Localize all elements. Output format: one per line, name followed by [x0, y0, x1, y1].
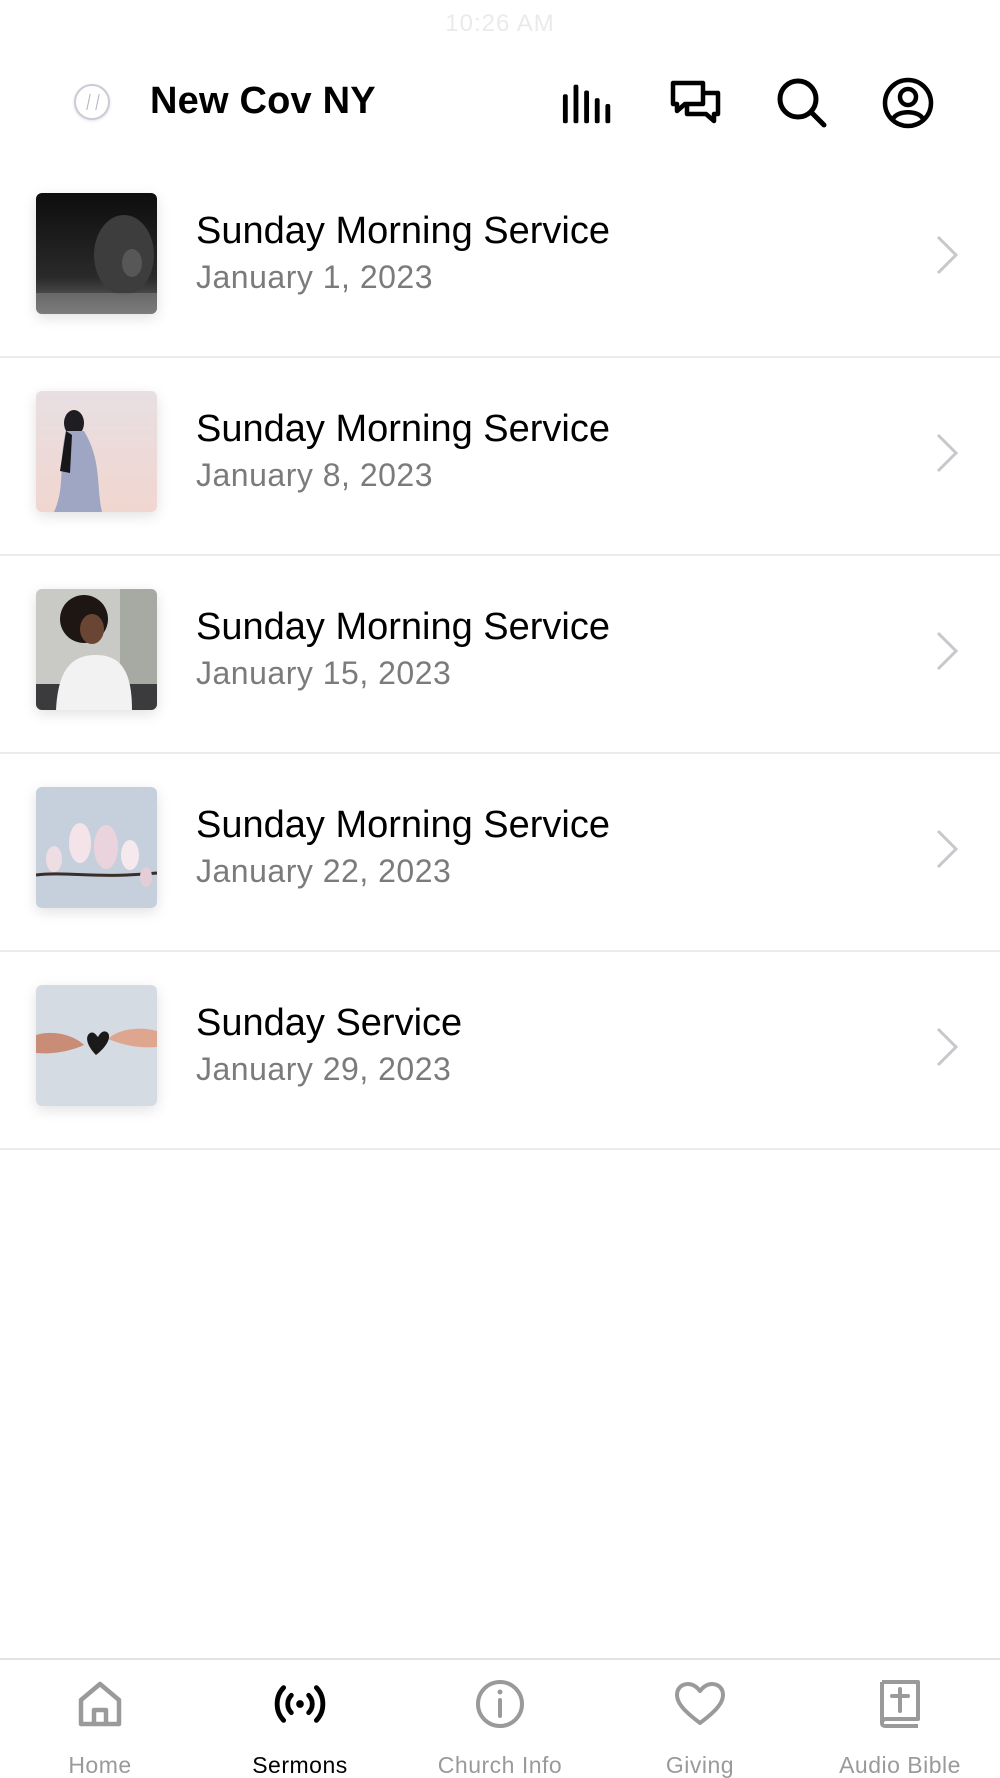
search-icon[interactable]: [774, 75, 830, 131]
tab-church-info[interactable]: Church Info: [400, 1660, 600, 1778]
sermon-date: January 1, 2023: [196, 259, 433, 295]
audio-bars-icon[interactable]: [561, 75, 617, 131]
tab-home[interactable]: Home: [0, 1660, 200, 1778]
broadcast-icon: [274, 1678, 326, 1730]
app-header: New Cov NY: [0, 60, 1000, 144]
sermon-row[interactable]: Sunday Service January 29, 2023: [0, 952, 1000, 1150]
app-title: New Cov NY: [150, 80, 376, 122]
sermon-date: January 29, 2023: [196, 1051, 452, 1087]
sermon-date: January 15, 2023: [196, 655, 452, 691]
tab-label: Home: [68, 1752, 132, 1778]
sermon-row[interactable]: Sunday Morning Service January 22, 2023: [0, 754, 1000, 952]
status-time: 10:26 AM: [445, 10, 555, 37]
chat-bubbles-icon[interactable]: [668, 75, 724, 131]
tab-label: Audio Bible: [839, 1752, 961, 1778]
tab-bar: Home Sermons Church Info Giving Audio Bi…: [0, 1658, 1000, 1778]
sermon-title: Sunday Morning Service: [196, 804, 610, 846]
info-icon: [474, 1678, 526, 1730]
sermon-row[interactable]: Sunday Morning Service January 8, 2023: [0, 358, 1000, 556]
tab-label: Church Info: [437, 1752, 563, 1778]
sermon-thumbnail: [36, 787, 157, 908]
chevron-right-icon: [936, 433, 959, 473]
chevron-right-icon: [936, 631, 959, 671]
sermon-title: Sunday Service: [196, 1002, 463, 1044]
sermon-date: January 22, 2023: [196, 853, 452, 889]
sermon-row[interactable]: Sunday Morning Service January 15, 2023: [0, 556, 1000, 754]
sermon-thumbnail: [36, 985, 157, 1106]
sermon-date: January 8, 2023: [196, 457, 433, 493]
tab-giving[interactable]: Giving: [600, 1660, 800, 1778]
sermon-title: Sunday Morning Service: [196, 210, 610, 252]
church-logo[interactable]: [74, 84, 110, 120]
chevron-right-icon: [936, 235, 959, 275]
tab-audio-bible[interactable]: Audio Bible: [800, 1660, 1000, 1778]
sermon-title: Sunday Morning Service: [196, 606, 610, 648]
bible-icon: [874, 1678, 926, 1730]
sermon-thumbnail: [36, 391, 157, 512]
home-icon: [74, 1678, 126, 1730]
sermon-title: Sunday Morning Service: [196, 408, 610, 450]
tab-label: Giving: [665, 1752, 735, 1778]
chevron-right-icon: [936, 829, 959, 869]
tab-sermons[interactable]: Sermons: [200, 1660, 400, 1778]
account-icon[interactable]: [880, 75, 936, 131]
sermon-list: Sunday Morning Service January 1, 2023 S…: [0, 160, 1000, 1150]
sermon-row[interactable]: Sunday Morning Service January 1, 2023: [0, 160, 1000, 358]
chevron-right-icon: [936, 1027, 959, 1067]
tab-label: Sermons: [252, 1752, 348, 1778]
sermon-thumbnail: [36, 193, 157, 314]
status-bar: 10:26 AM: [0, 0, 1000, 52]
sermon-thumbnail: [36, 589, 157, 710]
heart-icon: [674, 1678, 726, 1730]
